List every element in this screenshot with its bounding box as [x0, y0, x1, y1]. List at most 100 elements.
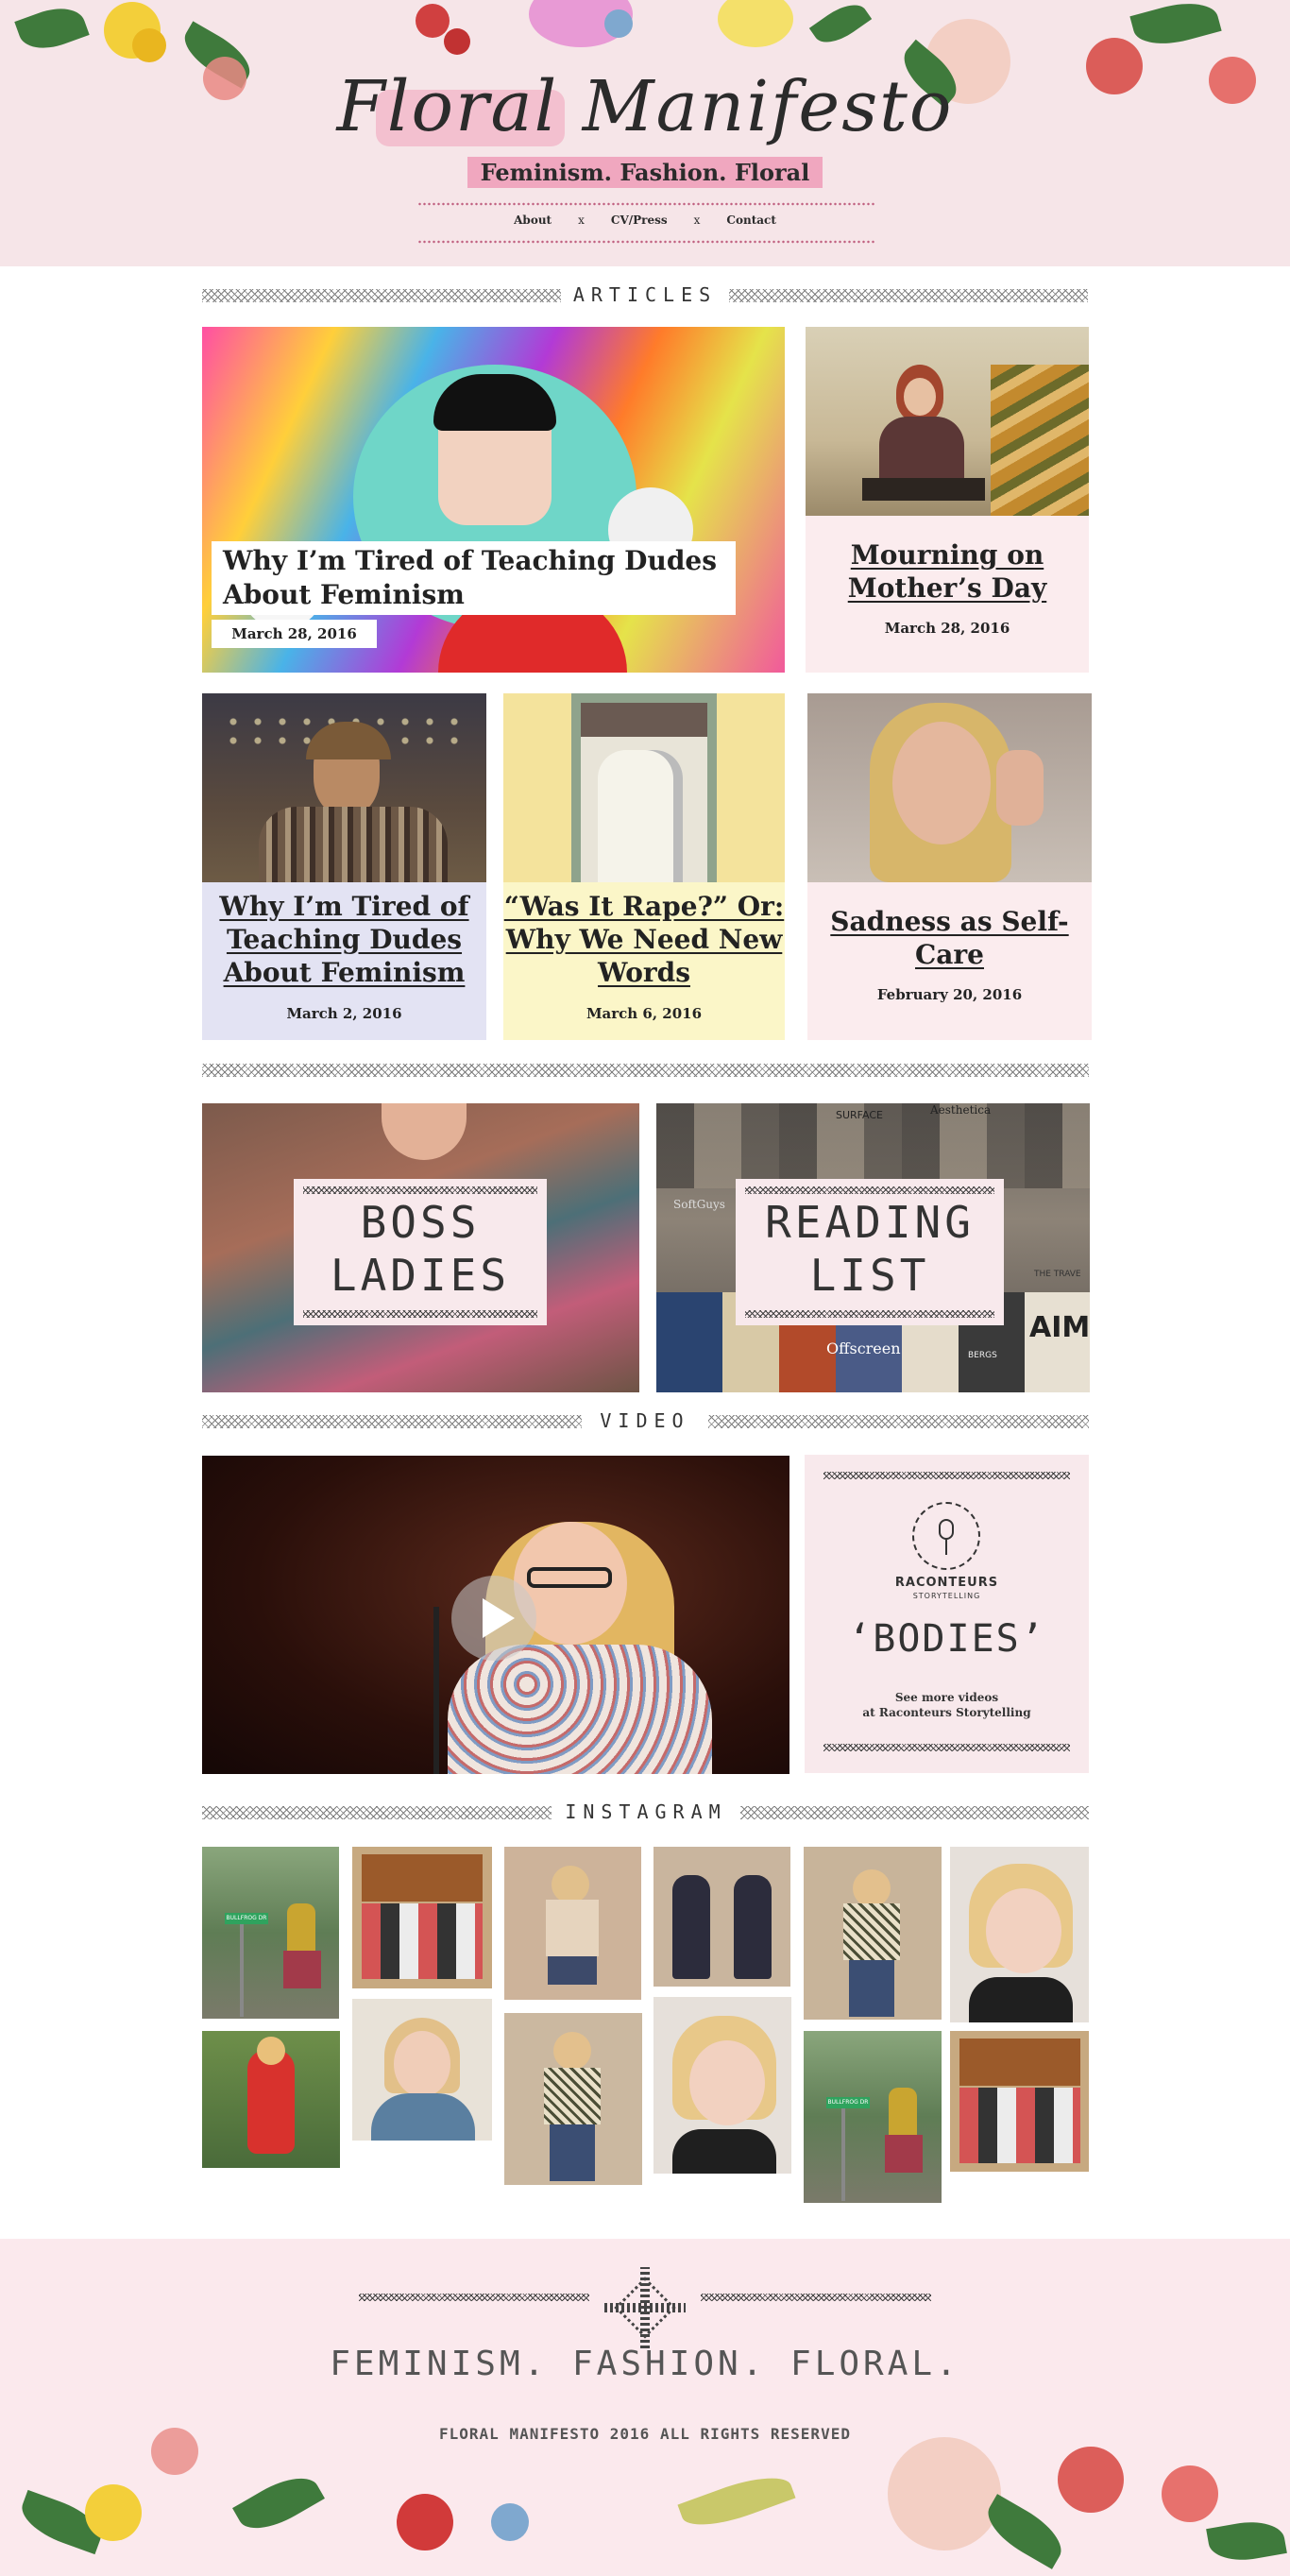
article-card[interactable]: “Was It Rape?” Or: Why We Need New Words… — [503, 693, 785, 1040]
nav-cv-press[interactable]: CV/Press — [611, 213, 668, 227]
article-image — [807, 693, 1092, 882]
photo-figure — [672, 1875, 710, 1979]
article-title[interactable]: Mourning on Mother’s Day — [806, 538, 1089, 605]
article-card[interactable]: Why I’m Tired of Teaching Dudes About Fe… — [202, 693, 486, 1040]
photo-head — [552, 1866, 589, 1903]
section-divider — [202, 1064, 1089, 1077]
section-divider — [740, 1806, 1089, 1819]
article-card[interactable]: Sadness as Self-Care February 20, 2016 — [807, 693, 1092, 1040]
nav-about[interactable]: About — [514, 213, 552, 227]
photo-face — [892, 722, 991, 844]
raconteurs-brand[interactable]: RACONTEURS — [805, 1576, 1089, 1590]
record-label: Offscreen — [826, 1339, 901, 1357]
article-title[interactable]: Why I’m Tired of Teaching Dudes About Fe… — [202, 890, 486, 989]
nav-top-divider — [417, 202, 876, 206]
street-sign: BULLFROG DR — [826, 2097, 870, 2108]
boss-ladies-promo[interactable]: BOSS LADIES — [202, 1103, 639, 1392]
photo-records — [362, 1903, 483, 1979]
instagram-photo[interactable]: BULLFROG DR — [804, 2031, 942, 2203]
section-title-instagram: INSTAGRAM — [552, 1800, 740, 1823]
yellow-flower-decoration — [132, 28, 166, 62]
blue-flower-decoration — [491, 2503, 529, 2541]
site-title[interactable]: Floral Manifesto — [0, 66, 1290, 147]
record-label: SURFACE — [836, 1109, 883, 1121]
promo-label-line2: LIST — [809, 1250, 930, 1301]
site-tagline: Feminism. Fashion. Floral — [467, 157, 823, 188]
yellow-flower-decoration — [718, 0, 793, 47]
article-title[interactable]: Why I’m Tired of Teaching Dudes About Fe… — [223, 544, 733, 612]
boss-ladies-box[interactable]: BOSS LADIES — [294, 1179, 547, 1325]
play-icon — [483, 1598, 515, 1638]
photo-sweater — [879, 417, 964, 487]
cross-stitch-row — [303, 1310, 537, 1318]
article-date: February 20, 2016 — [876, 986, 1023, 1003]
article-card[interactable]: Mourning on Mother’s Day March 28, 2016 — [806, 327, 1089, 673]
instagram-photo[interactable] — [950, 1847, 1089, 2022]
photo-hand — [996, 750, 1044, 826]
article-card-featured[interactable]: Why I’m Tired of Teaching Dudes About Fe… — [202, 327, 785, 673]
record-label: AIM — [1029, 1311, 1090, 1344]
instagram-photo[interactable]: BULLFROG DR — [202, 1847, 339, 2019]
more-videos-line1[interactable]: See more videos — [805, 1691, 1089, 1704]
microphone-stand-icon — [945, 1540, 947, 1555]
photo-figure — [598, 750, 683, 882]
instagram-photo[interactable] — [352, 1847, 492, 1988]
section-divider — [708, 1415, 1089, 1428]
photo-face — [689, 2040, 765, 2125]
nav-separator: x — [578, 213, 585, 227]
door-blind — [581, 703, 707, 737]
red-flower-decoration — [1058, 2447, 1124, 2513]
article-title[interactable]: “Was It Rape?” Or: Why We Need New Words — [503, 890, 785, 989]
microphone-sunburst-icon — [912, 1502, 980, 1570]
leaf-decoration — [1129, 0, 1222, 53]
photo-skirt — [885, 2135, 923, 2173]
snowflake-icon — [604, 2267, 686, 2348]
instagram-photo[interactable] — [352, 1999, 492, 2141]
photo-sweater — [259, 807, 448, 882]
peach-flower-decoration — [888, 2437, 1001, 2550]
video-title: ‘BODIES’ — [848, 1617, 1045, 1661]
cross-stitch-row — [303, 1186, 537, 1194]
photo-chin — [382, 1103, 467, 1160]
leaf-decoration — [1206, 2516, 1287, 2567]
instagram-photo[interactable] — [950, 2031, 1089, 2172]
instagram-photo[interactable] — [653, 1847, 790, 1987]
promo-label-line1: READING — [765, 1197, 975, 1248]
photo-records — [959, 2088, 1080, 2163]
article-image — [202, 693, 486, 882]
photo-top — [843, 1903, 900, 1960]
instagram-photo[interactable] — [504, 2013, 642, 2185]
couch-pattern — [991, 365, 1089, 516]
record-label: Aesthetica — [930, 1103, 992, 1117]
nav-bottom-divider — [417, 240, 876, 244]
cross-stitch-row — [745, 1310, 994, 1318]
instagram-photo[interactable] — [202, 2031, 340, 2168]
cross-stitch-row — [745, 1186, 994, 1194]
cross-stitch-row — [701, 2294, 931, 2301]
nav-contact[interactable]: Contact — [726, 213, 775, 227]
instagram-photo[interactable] — [653, 1997, 791, 2174]
article-date: March 28, 2016 — [212, 620, 377, 648]
record-label: BERGS — [968, 1351, 997, 1360]
reading-list-promo[interactable]: SURFACE Aesthetica Offscreen AIM SoftGuy… — [656, 1103, 1090, 1392]
record-label: SoftGuys — [673, 1198, 725, 1211]
instagram-photo[interactable] — [504, 1847, 641, 2000]
microphone-icon — [939, 1519, 954, 1540]
video-info-panel: RACONTEURS STORYTELLING ‘BODIES’ See mor… — [805, 1455, 1089, 1773]
photo-figure — [734, 1875, 772, 1979]
red-flower-decoration — [444, 28, 470, 55]
photo-face — [986, 1888, 1061, 1973]
red-flower-decoration — [1162, 2465, 1218, 2522]
play-button[interactable] — [451, 1576, 536, 1661]
reading-list-box[interactable]: READING LIST — [736, 1179, 1004, 1325]
video-player[interactable] — [202, 1456, 789, 1774]
cross-stitch-row — [359, 2294, 589, 2301]
instagram-photo[interactable] — [804, 1847, 942, 2020]
photo-top — [546, 1900, 599, 1956]
photo-table — [862, 478, 985, 501]
more-videos-line2[interactable]: at Raconteurs Storytelling — [805, 1706, 1089, 1719]
red-flower-decoration — [416, 4, 450, 38]
article-title[interactable]: Sadness as Self-Care — [807, 905, 1092, 971]
photo-face — [394, 2031, 450, 2097]
photo-face — [904, 378, 936, 416]
